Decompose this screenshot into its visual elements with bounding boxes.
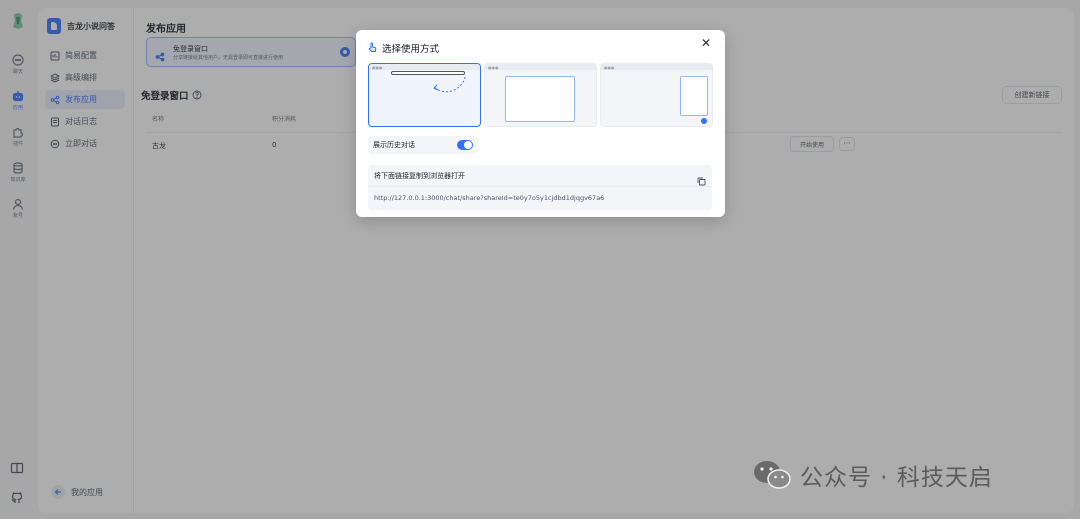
curved-arrow-icon	[433, 76, 466, 93]
share-link-box: 将下面链接复制到浏览器打开 http://127.0.0.1:3000/chat…	[368, 165, 712, 210]
browser-bar	[485, 64, 596, 70]
close-icon[interactable]: ✕	[699, 36, 713, 50]
chat-window-preview	[680, 76, 708, 116]
copy-icon[interactable]	[697, 171, 706, 186]
window-dots-icon: ●●●	[604, 65, 615, 70]
modal-title: 选择使用方式	[382, 43, 440, 55]
option-iframe[interactable]: ●●●	[484, 63, 597, 127]
window-dots-icon: ●●●	[372, 65, 383, 70]
wechat-icon	[752, 459, 792, 491]
window-dots-icon: ●●●	[488, 65, 499, 70]
watermark-text: 公众号 · 科技天启	[800, 465, 993, 491]
link-instruction: 将下面链接复制到浏览器打开	[374, 172, 465, 180]
watermark: 公众号 · 科技天启	[752, 458, 993, 492]
show-history-toggle[interactable]	[457, 140, 473, 150]
url-bar-preview	[391, 71, 465, 75]
share-url[interactable]: http://127.0.0.1:3000/chat/share?shareId…	[374, 194, 604, 202]
option-floating[interactable]: ●●●	[600, 63, 713, 127]
pointer-hand-icon	[368, 38, 377, 57]
browser-bar	[369, 64, 480, 70]
chat-bubble-icon	[701, 118, 707, 124]
browser-bar	[601, 64, 712, 70]
show-history-row: 展示历史对话	[368, 136, 478, 154]
link-divider	[368, 186, 712, 187]
embed-window-preview	[505, 76, 575, 122]
modal-header: 选择使用方式	[368, 38, 439, 57]
show-history-label: 展示历史对话	[373, 141, 415, 149]
usage-mode-modal: 选择使用方式 ✕ ●●● ●●● ●●● 展示历史对话 将下面链接复制到浏览器打…	[356, 30, 725, 217]
option-full-page[interactable]: ●●●	[368, 63, 481, 127]
